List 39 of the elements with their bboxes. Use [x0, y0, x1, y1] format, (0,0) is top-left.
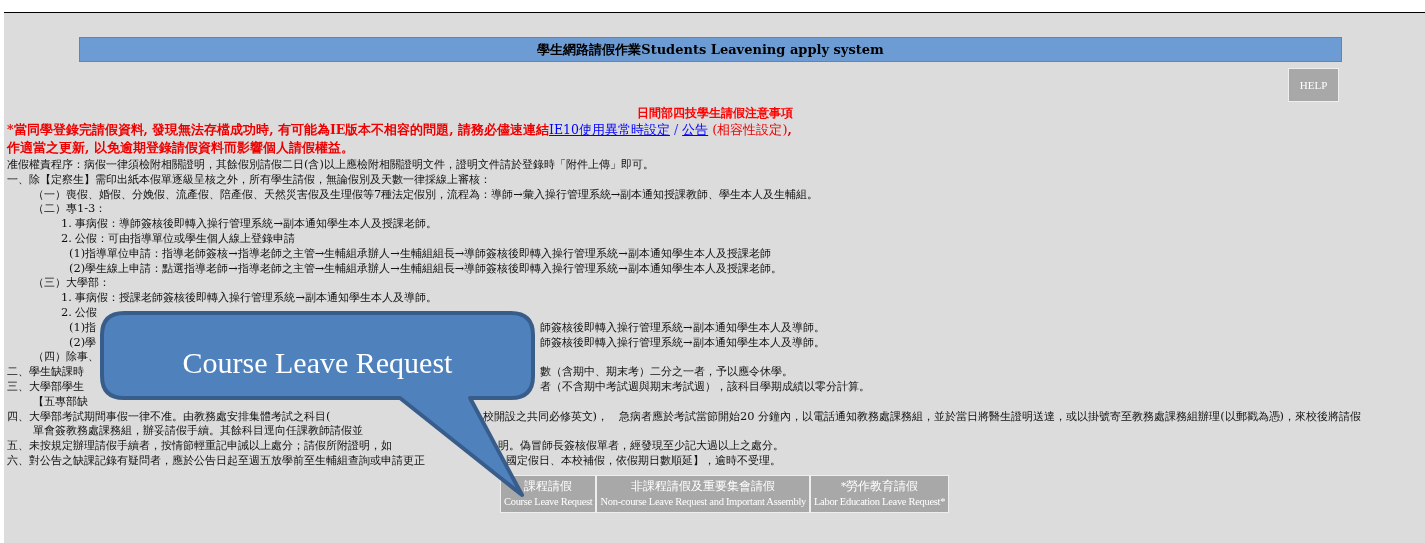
rule-text: 四、大學部考試期間事假一律不准。由教務處安排集體考試之科目( — [7, 408, 331, 424]
rule-text: （一）喪假、婚假、分娩假、流產假、陪產假、天然災害假及生理假等7種法定假別，流程為：導師→彙入操行管理系統→副本通知授課教師、學生本人及生輔組。 — [33, 186, 819, 202]
rule-text: 明。偽冒師長簽核假單者，經發現至少記大過以上之處分。 — [498, 438, 785, 453]
leave-type-button[interactable]: 課程請假 Course Leave Request — [500, 475, 597, 513]
help-button[interactable]: HELP — [1288, 68, 1339, 102]
rule-text: (2)學 — [69, 334, 97, 350]
rule-text: 准假權責程序：病假一律須檢附相關證明，其餘假別請假二日(含)以上應檢附相關證明文件，證明文件請於登錄時「附件上傳」即可。 — [7, 157, 654, 172]
warning-text: *當同學登錄完請假資料, 發現無法存檔成功時, 有可能為IE版本不相容的問題, 請務必儘速連結IE10使用異常時設定 / 公告 (相容性設定), — [7, 122, 793, 138]
callout-text: Course Leave Request — [182, 345, 453, 380]
rule-text: 2. 公假：可由指導單位或學生個人線上登錄申請 — [61, 231, 296, 246]
rule-text: 五、未按規定辦理請假手續者，按情節輕重記申誡以上處分；請假所附證明，如 — [7, 438, 392, 453]
rule-text: 1. 事病假：導師簽核後即轉入操行管理系統→副本通知學生本人及授課老師。 — [61, 216, 438, 231]
rule-text: (1)指 — [69, 319, 97, 335]
rule-text: 三、大學部學生 — [7, 378, 84, 394]
rule-text: 二、學生缺課時 — [7, 364, 84, 379]
leave-type-button[interactable]: *勞作教育請假 Labor Education Leave Request* — [809, 475, 950, 513]
rule-text: 者（不含期中考試週與期末考試週），該科目學期成績以零分計算。 — [540, 378, 870, 394]
rule-text: 1. 事病假：授課老師簽核後即轉入操行管理系統→副本通知學生本人及導師。 — [61, 290, 438, 305]
rule-text: 師簽核後即轉入操行管理系統→副本通知學生本人及導師。 — [540, 319, 825, 335]
rule-text: 2. 公假 — [61, 304, 98, 320]
rule-text: （二）專1-3： — [33, 201, 107, 217]
link[interactable]: IE10使用異常時設定 — [549, 122, 670, 137]
rule-text: （四）除事、 — [33, 349, 99, 365]
rule-text: 數（含期中、期末考）二分之一者，予以應令休學。 — [540, 364, 793, 379]
warning-text: 作適當之更新, 以免逾期登錄請假資料而影響個人請假權益。 — [7, 140, 355, 156]
rule-text: 六、對公告之缺課記錄有疑問者，應於公告日起至週五放學前至生輔組查詢或申請更正 — [7, 452, 425, 468]
notice-heading: 日間部四技學生請假注意事項 — [635, 106, 794, 120]
rule-text: 單會簽教務處課務組，辦妥請假手續。其餘科目逕向任課教師請假並 — [33, 423, 363, 439]
leave-type-button[interactable]: 非課程請假及重要集會請假 Non-course Leave Request and Important Assembly — [596, 475, 810, 513]
rule-text: 國定假日、本校補假，依假期日數順延】，逾時不受理。 — [506, 452, 782, 468]
rule-text: (2)學生線上申請：點選指導老師→指導老師之主管→生輔組承辦人→生輔組組長→導師簽核後即轉入操行管理系統→副本通知學生本人及授課老師。 — [69, 260, 782, 276]
rule-text: （三）大學部： — [33, 275, 110, 291]
rule-text: 【五專部缺 — [33, 393, 88, 409]
rule-text: 師簽核後即轉入操行管理系統→副本通知學生本人及導師。 — [540, 334, 825, 350]
rule-text: 校開設之共同必修英文)， 急病者應於考試當節開始20 分鐘內，以電話通知教務處課務組，並於當日將醫生證明送達，或以掛號寄至教務處課務組辦理(以郵戳為憑)，來校後將請假 — [482, 408, 1362, 424]
title-bar: 學生網路請假作業Students Leavening apply system — [79, 37, 1342, 62]
link[interactable]: 公告 — [682, 122, 709, 137]
rule-text: 一、除【定察生】需印出紙本假單逐級呈核之外，所有學生請假，無論假別及天數一律採線上審核： — [7, 171, 491, 187]
rule-text: (1)指導單位申請：指導老師簽核→指導老師之主管→生輔組承辦人→生輔組組長→導師簽核後即轉入操行管理系統→副本通知學生本人及授課老師 — [69, 245, 771, 261]
